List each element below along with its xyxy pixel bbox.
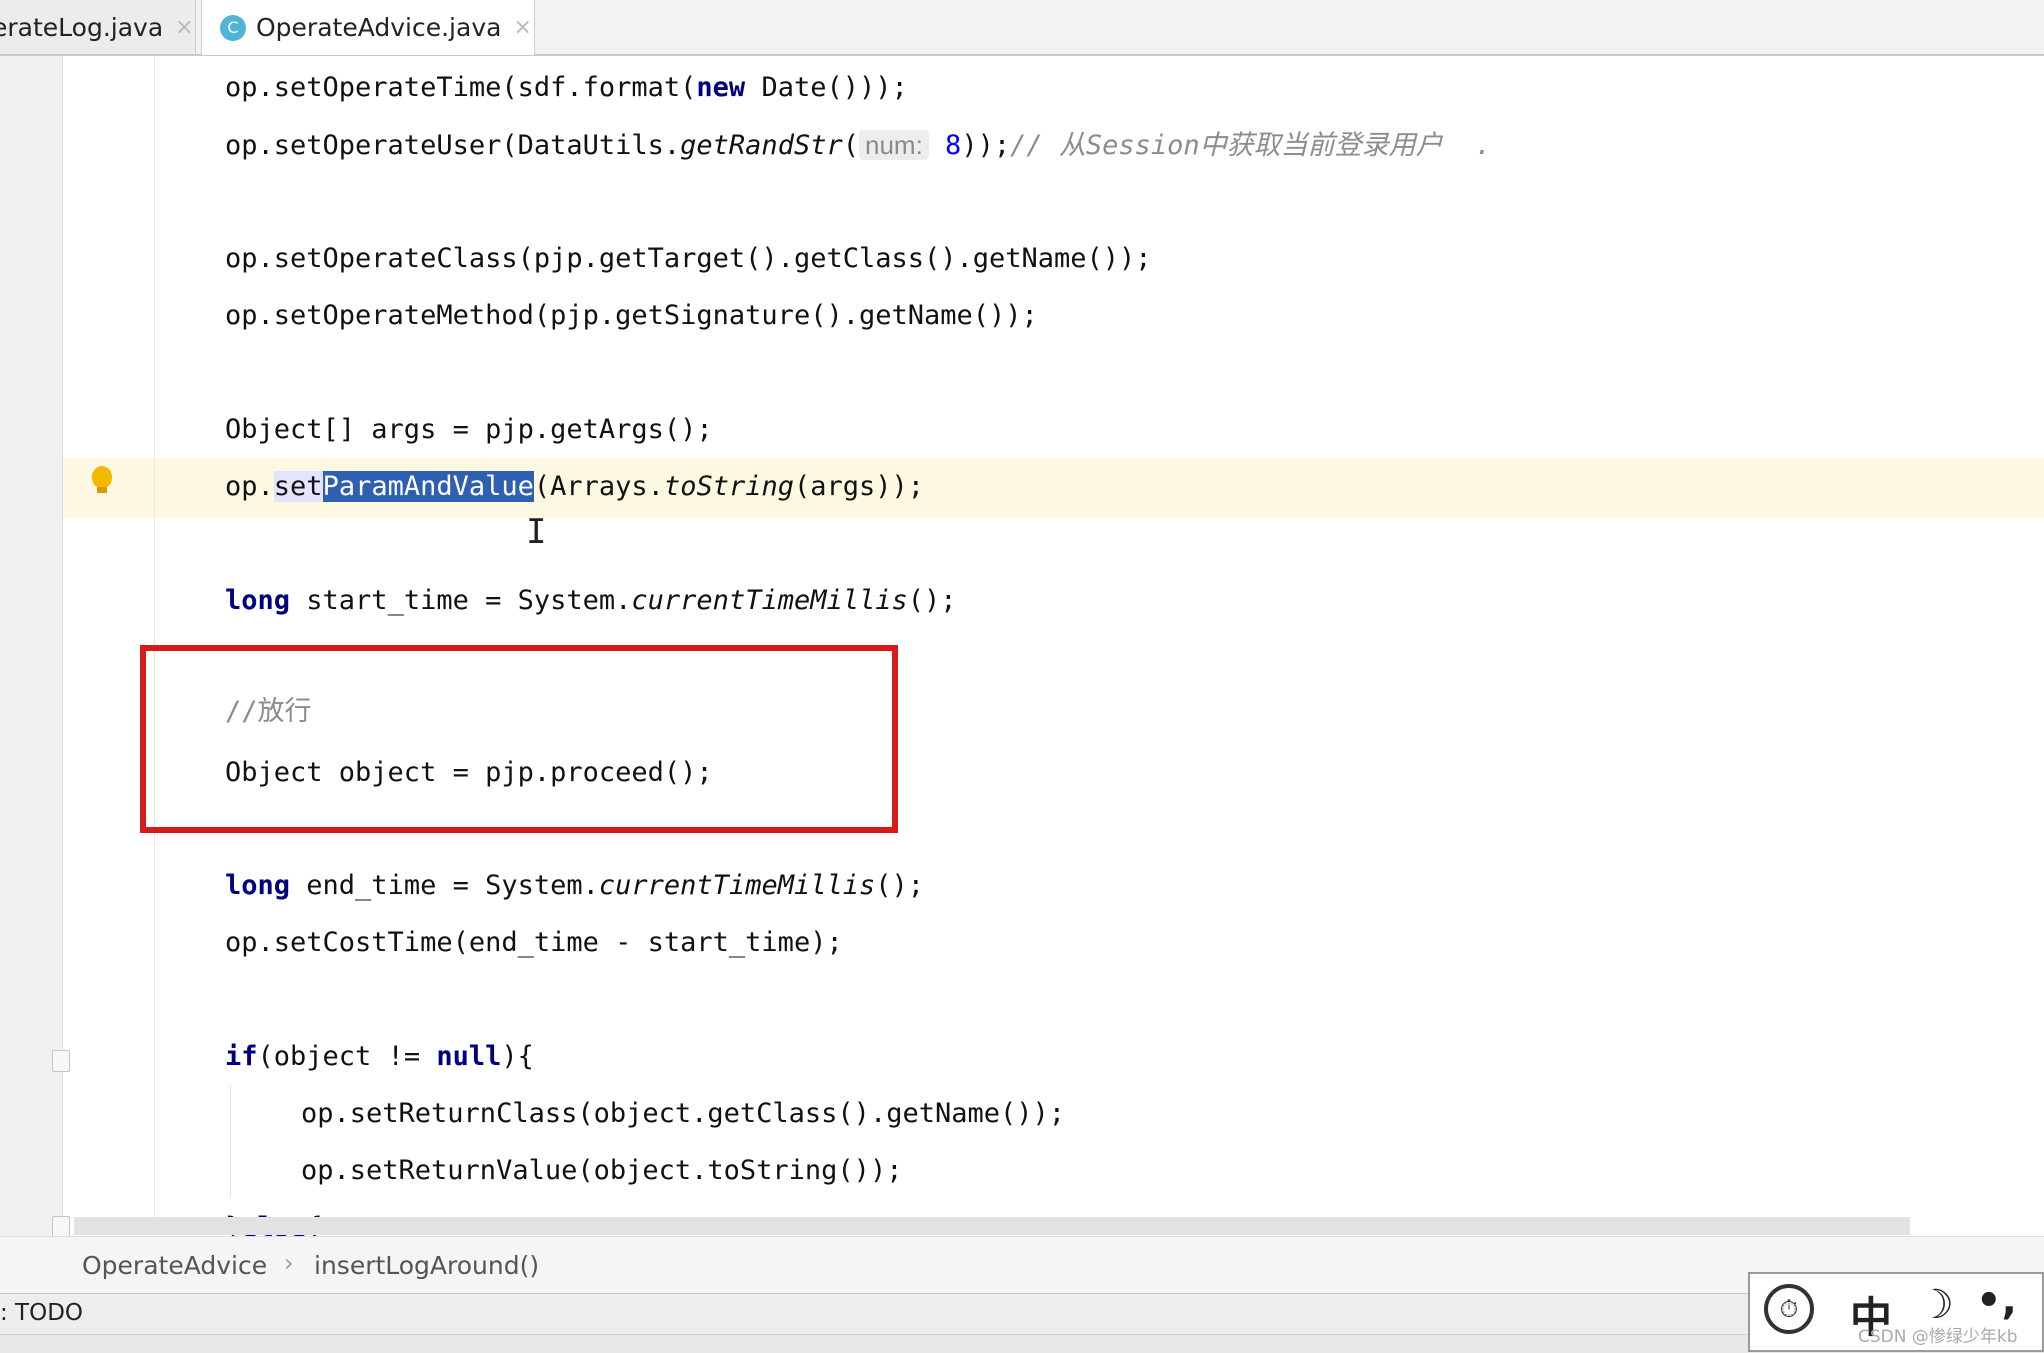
static-method: currentTimeMillis: [631, 585, 908, 616]
code-line[interactable]: op.setReturnClass(object.getClass().getN…: [301, 1096, 1065, 1132]
breadcrumb: OperateAdvice › insertLogAround(): [0, 1236, 2044, 1295]
code-text: op.setOperateUser(DataUtils.: [225, 130, 681, 161]
tool-window-bar: : TODO: [0, 1294, 2044, 1334]
horizontal-scrollbar[interactable]: [74, 1217, 1910, 1235]
code-line[interactable]: if(object != null){: [225, 1039, 534, 1075]
tab-operateadvice[interactable]: C OperateAdvice.java ×: [201, 0, 535, 55]
keyword: null: [436, 1041, 502, 1072]
code-line[interactable]: op.setOperateUser(DataUtils.getRandStr(n…: [225, 127, 1491, 163]
code-line[interactable]: //放行: [225, 694, 312, 730]
static-method: currentTimeMillis: [598, 870, 876, 901]
code-text: op.setCostTime(end_time - start_time);: [225, 927, 843, 958]
breadcrumb-class[interactable]: OperateAdvice: [82, 1251, 267, 1280]
java-class-icon: C: [220, 14, 246, 41]
code-line[interactable]: long end_time = System.currentTimeMillis…: [225, 868, 924, 904]
close-icon[interactable]: ×: [513, 15, 531, 40]
code-line[interactable]: op.setOperateTime(sdf.format(new Date())…: [225, 70, 908, 106]
code-text: ){: [501, 1041, 534, 1072]
code-text: op.setReturnClass(object.getClass().getN…: [301, 1098, 1066, 1129]
keyword: long: [225, 870, 291, 901]
highlight-box: [140, 645, 898, 833]
code-line[interactable]: op.setOperateClass(pjp.getTarget().getCl…: [225, 241, 1152, 277]
indent-guide: [230, 1085, 231, 1197]
code-text: Object[] args = pjp.getArgs();: [225, 414, 713, 445]
tab-label: OperateAdvice.java: [256, 13, 502, 42]
code-line[interactable]: op.setReturnValue(object.toString());: [301, 1153, 902, 1189]
code-text: start_time = System.: [290, 585, 632, 616]
breadcrumb-method[interactable]: insertLogAround(): [314, 1251, 539, 1280]
selected-text[interactable]: ParamAndValue: [322, 471, 534, 502]
code-line[interactable]: Object[] args = pjp.getArgs();: [225, 412, 713, 448]
static-method: toString: [663, 471, 794, 502]
code-text: Object object = pjp.proceed();: [225, 757, 713, 788]
code-text: op.setOperateClass(pjp.getTarget().getCl…: [225, 243, 1152, 274]
keyword: new: [696, 72, 746, 103]
code-text: (: [842, 130, 859, 161]
text-cursor-icon: I: [526, 512, 547, 552]
close-icon[interactable]: ×: [175, 15, 193, 40]
parameter-hint: num:: [858, 130, 929, 160]
lightbulb-base: [97, 487, 107, 493]
keyword: long: [225, 585, 291, 616]
punctuation-icon[interactable]: •,: [1976, 1278, 2017, 1324]
code-text: op.: [225, 471, 274, 502]
code-line[interactable]: Object object = pjp.proceed();: [225, 755, 713, 791]
ime-logo-icon[interactable]: ⏱: [1764, 1284, 1814, 1334]
code-text: ();: [875, 870, 925, 901]
code-text: (args));: [793, 471, 925, 502]
chevron-right-icon: ›: [284, 1249, 294, 1277]
code-text: (Arrays.: [533, 471, 664, 502]
keyword: if: [225, 1041, 258, 1072]
code-line[interactable]: long start_time = System.currentTimeMill…: [225, 583, 957, 619]
fold-marker-icon[interactable]: [52, 1050, 70, 1072]
fold-marker-icon[interactable]: [52, 1216, 70, 1238]
comment: // 从Session中获取当前登录用户 .: [1010, 130, 1492, 161]
code-line-current[interactable]: op.setParamAndValue(Arrays.toString(args…: [225, 469, 924, 505]
code-text: ();: [907, 585, 957, 616]
code-line[interactable]: op.setCostTime(end_time - start_time);: [225, 925, 843, 961]
code-line[interactable]: op.setOperateMethod(pjp.getSignature().g…: [225, 298, 1038, 334]
tab-label: erateLog.java: [0, 12, 164, 42]
code-text: op.setOperateMethod(pjp.getSignature().g…: [225, 300, 1038, 331]
static-method: getRandStr: [680, 130, 843, 161]
code-text: end_time = System.: [290, 870, 599, 901]
status-bar: [0, 1334, 2044, 1353]
code-text: (object !=: [257, 1041, 437, 1072]
code-text: ));: [961, 130, 1011, 161]
todo-tool-button[interactable]: : TODO: [0, 1300, 83, 1326]
tab-operatelog[interactable]: erateLog.java ×: [0, 0, 196, 54]
lightbulb-icon[interactable]: [92, 466, 112, 488]
code-text: Date()));: [745, 72, 908, 103]
code-text: op.setReturnValue(object.toString());: [301, 1155, 903, 1186]
comment: //放行: [225, 696, 312, 727]
number-literal: 8: [928, 130, 962, 161]
identifier-highlight: set: [273, 471, 323, 502]
watermark: CSDN @惨绿少年kb: [1858, 1327, 2018, 1347]
code-text: op.setOperateTime(sdf.format(: [225, 72, 697, 103]
editor-tab-bar: erateLog.java × C OperateAdvice.java ×: [0, 0, 2044, 56]
